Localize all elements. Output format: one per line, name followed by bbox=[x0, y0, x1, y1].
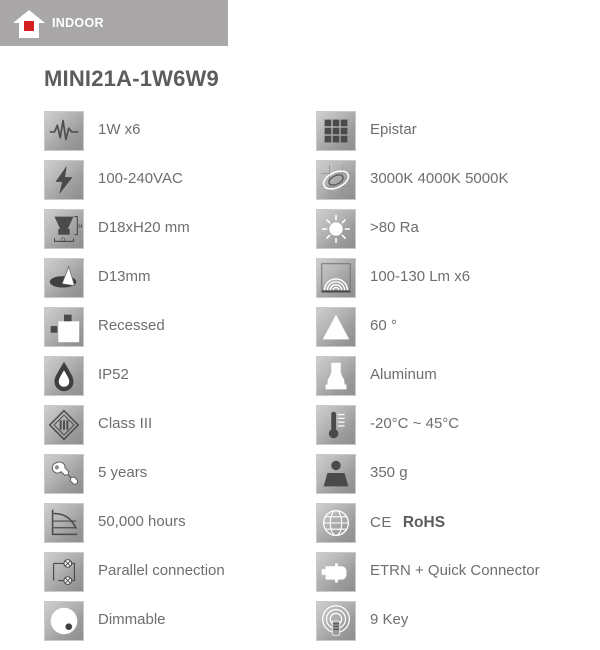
color-temperature-icon bbox=[316, 159, 356, 200]
recessed-mounting-icon bbox=[44, 306, 84, 347]
wrench-warranty-icon bbox=[44, 453, 84, 494]
spec-row: Parallel connection bbox=[44, 547, 314, 596]
lightning-bolt-icon bbox=[44, 159, 84, 200]
luminous-flux-icon bbox=[316, 257, 356, 298]
led-chip-grid-icon bbox=[316, 110, 356, 151]
spec-label: Epistar bbox=[370, 121, 417, 139]
certification-marks: CE RoHS bbox=[370, 514, 445, 532]
ce-mark-label: CE bbox=[370, 513, 392, 531]
spec-row: -20°C ~ 45°C bbox=[316, 400, 600, 449]
spec-label: IP52 bbox=[98, 366, 129, 384]
globe-certification-icon bbox=[316, 502, 356, 543]
spec-row: 350 g bbox=[316, 449, 600, 498]
spec-label: Class III bbox=[98, 415, 153, 433]
spec-row: Epistar bbox=[316, 106, 600, 155]
spec-label: 60 ° bbox=[370, 317, 397, 335]
sun-cri-icon bbox=[316, 208, 356, 249]
spec-label: 350 g bbox=[370, 464, 408, 482]
spec-row: 1W x6 bbox=[44, 106, 314, 155]
spec-label: Parallel connection bbox=[98, 562, 225, 580]
spec-label: D18xH20 mm bbox=[98, 219, 190, 237]
spec-row: CE RoHS bbox=[316, 498, 600, 547]
banner-label: INDOOR bbox=[52, 16, 104, 30]
dimension-diagram-icon: H D bbox=[44, 208, 84, 249]
spec-label: D13mm bbox=[98, 268, 151, 286]
house-icon bbox=[12, 9, 46, 39]
thermometer-icon bbox=[316, 404, 356, 445]
spec-label: 3000K 4000K 5000K bbox=[370, 170, 509, 188]
safety-class-diamond-icon bbox=[44, 404, 84, 445]
spec-row: Recessed bbox=[44, 302, 314, 351]
cutout-hole-icon bbox=[44, 257, 84, 298]
spec-label: >80 Ra bbox=[370, 219, 419, 237]
spec-row: 3000K 4000K 5000K bbox=[316, 155, 600, 204]
page-title: MINI21A-1W6W9 bbox=[44, 66, 219, 91]
spec-label: Aluminum bbox=[370, 366, 437, 384]
spec-label: 100-130 Lm x6 bbox=[370, 268, 471, 286]
spec-label: -20°C ~ 45°C bbox=[370, 415, 460, 433]
power-waveform-icon bbox=[44, 110, 84, 151]
svg-text:H: H bbox=[78, 224, 82, 230]
spec-row: ETRN + Quick Connector bbox=[316, 547, 600, 596]
spec-row: Aluminum bbox=[316, 351, 600, 400]
spec-row: Dimmable bbox=[44, 596, 314, 645]
spec-label: 100-240VAC bbox=[98, 170, 183, 188]
beam-angle-icon bbox=[316, 306, 356, 347]
dimmer-knob-icon bbox=[44, 600, 84, 641]
lifespan-graph-icon bbox=[44, 502, 84, 543]
spec-row: Class III bbox=[44, 400, 314, 449]
weight-icon bbox=[316, 453, 356, 494]
spec-label: 5 years bbox=[98, 464, 148, 482]
spec-row: 5 years bbox=[44, 449, 314, 498]
spec-row: 100-130 Lm x6 bbox=[316, 253, 600, 302]
parallel-circuit-icon bbox=[44, 551, 84, 592]
svg-text:D: D bbox=[61, 237, 65, 243]
spec-row: IP52 bbox=[44, 351, 314, 400]
spec-row: 60 ° bbox=[316, 302, 600, 351]
spec-label: 1W x6 bbox=[98, 121, 141, 139]
spec-column-right: Epistar 3000K 4000K 5000K >80 Ra 100-130… bbox=[316, 106, 600, 645]
water-droplet-icon bbox=[44, 355, 84, 396]
indoor-banner: INDOOR bbox=[0, 0, 228, 46]
spec-row: 9 Key bbox=[316, 596, 600, 645]
spec-row: H D D18xH20 mm bbox=[44, 204, 314, 253]
spec-column-left: 1W x6 100-240VAC H D D18xH20 mm D13mm Re… bbox=[44, 106, 314, 645]
spec-label: ETRN + Quick Connector bbox=[370, 562, 540, 580]
rohs-mark-label: RoHS bbox=[402, 513, 446, 531]
spec-label: Dimmable bbox=[98, 611, 166, 629]
spec-row: 50,000 hours bbox=[44, 498, 314, 547]
power-plug-icon bbox=[316, 551, 356, 592]
spec-label: 9 Key bbox=[370, 611, 409, 629]
spec-row: D13mm bbox=[44, 253, 314, 302]
remote-control-icon bbox=[316, 600, 356, 641]
material-body-icon bbox=[316, 355, 356, 396]
spec-row: 100-240VAC bbox=[44, 155, 314, 204]
spec-label: Recessed bbox=[98, 317, 165, 335]
spec-row: >80 Ra bbox=[316, 204, 600, 253]
spec-label: 50,000 hours bbox=[98, 513, 186, 531]
